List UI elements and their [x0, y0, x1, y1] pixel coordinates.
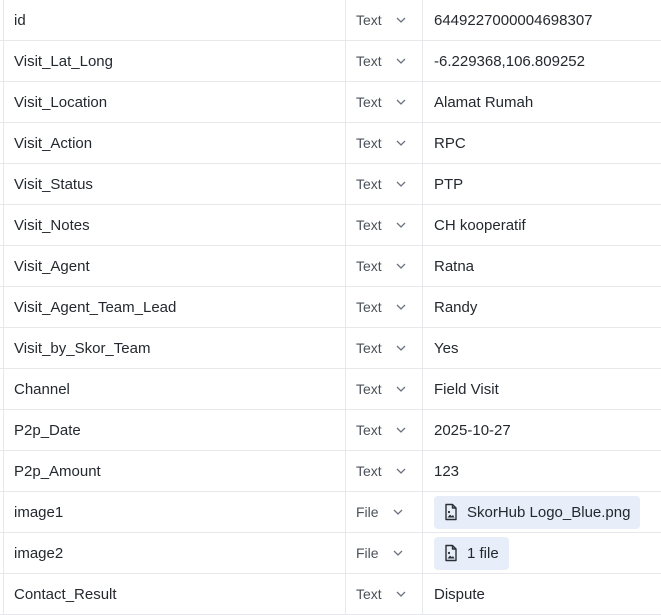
- field-name: Visit_Lat_Long: [4, 41, 346, 81]
- field-name: image2: [4, 533, 346, 573]
- type-label: Text: [356, 422, 382, 438]
- field-name: Visit_Status: [4, 164, 346, 204]
- table-row: P2p_Date Text 2025-10-27: [0, 410, 661, 451]
- type-select[interactable]: File: [346, 533, 423, 573]
- type-select[interactable]: Text: [346, 369, 423, 409]
- type-label: Text: [356, 258, 382, 274]
- table-row: Visit_Lat_Long Text -6.229368,106.809252: [0, 41, 661, 82]
- type-select[interactable]: Text: [346, 123, 423, 163]
- field-name: image1: [4, 492, 346, 532]
- chevron-down-icon: [396, 222, 406, 228]
- type-select[interactable]: File: [346, 492, 423, 532]
- chevron-down-icon: [396, 17, 406, 23]
- chevron-down-icon: [396, 345, 406, 351]
- type-label: File: [356, 504, 379, 520]
- type-select[interactable]: Text: [346, 574, 423, 614]
- field-value: 1 file: [423, 533, 661, 573]
- type-label: Text: [356, 340, 382, 356]
- field-name: Visit_Location: [4, 82, 346, 122]
- field-name: P2p_Date: [4, 410, 346, 450]
- field-name: P2p_Amount: [4, 451, 346, 491]
- chevron-down-icon: [396, 58, 406, 64]
- chevron-down-icon: [396, 386, 406, 392]
- chevron-down-icon: [396, 591, 406, 597]
- chevron-down-icon: [396, 468, 406, 474]
- type-select[interactable]: Text: [346, 451, 423, 491]
- field-value[interactable]: Yes: [423, 328, 661, 368]
- type-select[interactable]: Text: [346, 410, 423, 450]
- type-label: Text: [356, 12, 382, 28]
- file-name: SkorHub Logo_Blue.png: [467, 503, 631, 521]
- table-row: Visit_Notes Text CH kooperatif: [0, 205, 661, 246]
- field-value[interactable]: Field Visit: [423, 369, 661, 409]
- chevron-down-icon: [393, 550, 403, 556]
- file-count: 1 file: [467, 544, 499, 562]
- type-select[interactable]: Text: [346, 287, 423, 327]
- chevron-down-icon: [396, 99, 406, 105]
- field-value: SkorHub Logo_Blue.png: [423, 492, 661, 532]
- chevron-down-icon: [396, 140, 406, 146]
- type-select[interactable]: Text: [346, 0, 423, 40]
- field-name: Visit_by_Skor_Team: [4, 328, 346, 368]
- field-name: Contact_Result: [4, 574, 346, 614]
- field-name: Visit_Agent_Team_Lead: [4, 287, 346, 327]
- field-name: Visit_Action: [4, 123, 346, 163]
- chevron-down-icon: [393, 509, 403, 515]
- field-value[interactable]: Ratna: [423, 246, 661, 286]
- table-row: Visit_by_Skor_Team Text Yes: [0, 328, 661, 369]
- field-value[interactable]: RPC: [423, 123, 661, 163]
- field-name: Visit_Notes: [4, 205, 346, 245]
- type-label: Text: [356, 586, 382, 602]
- field-table: id Text 6449227000004698307 Visit_Lat_Lo…: [0, 0, 661, 615]
- table-row: image2 File 1 file: [0, 533, 661, 574]
- table-row: P2p_Amount Text 123: [0, 451, 661, 492]
- type-label: Text: [356, 53, 382, 69]
- file-attachment-chip[interactable]: SkorHub Logo_Blue.png: [434, 495, 641, 529]
- field-value[interactable]: -6.229368,106.809252: [423, 41, 661, 81]
- file-attachment-chip[interactable]: 1 file: [434, 536, 509, 570]
- chevron-down-icon: [396, 263, 406, 269]
- type-select[interactable]: Text: [346, 246, 423, 286]
- field-value[interactable]: Randy: [423, 287, 661, 327]
- field-name: id: [4, 0, 346, 40]
- field-value[interactable]: PTP: [423, 164, 661, 204]
- type-label: Text: [356, 381, 382, 397]
- type-label: Text: [356, 299, 382, 315]
- type-label: Text: [356, 135, 382, 151]
- table-row: Visit_Location Text Alamat Rumah: [0, 82, 661, 123]
- field-value[interactable]: Alamat Rumah: [423, 82, 661, 122]
- field-name: Visit_Agent: [4, 246, 346, 286]
- type-label: Text: [356, 217, 382, 233]
- field-value[interactable]: 6449227000004698307: [423, 0, 661, 40]
- field-name: Channel: [4, 369, 346, 409]
- table-row: id Text 6449227000004698307: [0, 0, 661, 41]
- table-row: Visit_Status Text PTP: [0, 164, 661, 205]
- table-row: Visit_Action Text RPC: [0, 123, 661, 164]
- type-select[interactable]: Text: [346, 328, 423, 368]
- type-select[interactable]: Text: [346, 164, 423, 204]
- table-row: image1 File SkorHub Logo_Blue.png: [0, 492, 661, 533]
- type-label: Text: [356, 94, 382, 110]
- file-image-icon: [445, 503, 457, 521]
- table-row: Visit_Agent_Team_Lead Text Randy: [0, 287, 661, 328]
- table-row: Contact_Result Text Dispute: [0, 574, 661, 615]
- chevron-down-icon: [396, 427, 406, 433]
- table-row: Channel Text Field Visit: [0, 369, 661, 410]
- field-value[interactable]: 2025-10-27: [423, 410, 661, 450]
- field-value[interactable]: Dispute: [423, 574, 661, 614]
- type-label: Text: [356, 463, 382, 479]
- type-label: Text: [356, 176, 382, 192]
- type-select[interactable]: Text: [346, 205, 423, 245]
- type-select[interactable]: Text: [346, 82, 423, 122]
- file-image-icon: [445, 544, 457, 562]
- chevron-down-icon: [396, 181, 406, 187]
- type-select[interactable]: Text: [346, 41, 423, 81]
- table-row: Visit_Agent Text Ratna: [0, 246, 661, 287]
- field-value[interactable]: 123: [423, 451, 661, 491]
- field-value[interactable]: CH kooperatif: [423, 205, 661, 245]
- chevron-down-icon: [396, 304, 406, 310]
- type-label: File: [356, 545, 379, 561]
